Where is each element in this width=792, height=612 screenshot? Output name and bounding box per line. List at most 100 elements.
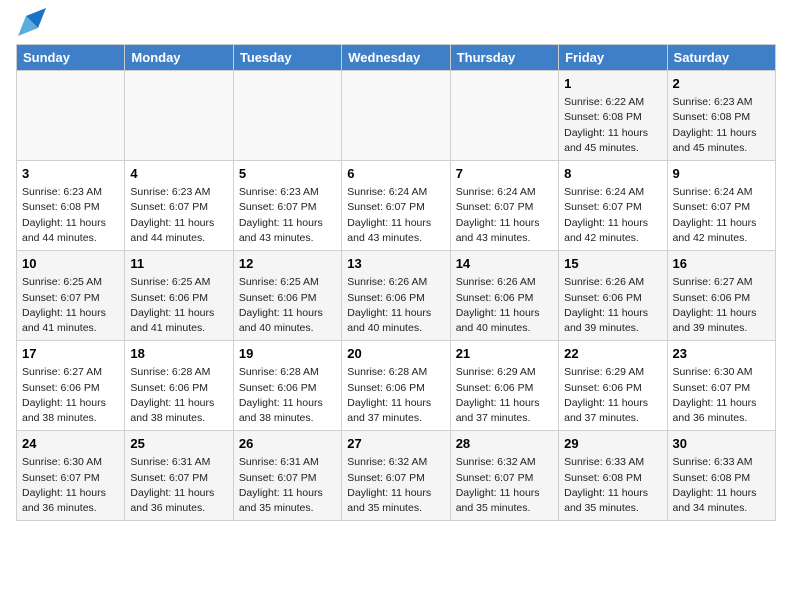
day-info: Sunrise: 6:32 AM Sunset: 6:07 PM Dayligh…: [456, 455, 553, 516]
calendar-cell: 30Sunrise: 6:33 AM Sunset: 6:08 PM Dayli…: [667, 431, 775, 521]
logo: [16, 16, 46, 36]
day-info: Sunrise: 6:24 AM Sunset: 6:07 PM Dayligh…: [347, 185, 444, 246]
day-number: 4: [130, 165, 227, 183]
calendar-cell: 19 Sunrise: 6:28 AM Sunset: 6:06 PM Dayli…: [233, 341, 341, 431]
day-of-week-header: Wednesday: [342, 45, 450, 71]
day-info: Sunrise: 6:31 AM Sunset: 6:07 PM Dayligh…: [239, 455, 336, 516]
calendar-cell: 12Sunrise: 6:25 AM Sunset: 6:06 PM Dayli…: [233, 251, 341, 341]
day-info: Sunrise: 6:24 AM Sunset: 6:07 PM Dayligh…: [673, 185, 770, 246]
day-info: Sunrise: 6:28 AM Sunset: 6:06 PM Dayligh…: [347, 365, 444, 426]
day-number: 5: [239, 165, 336, 183]
calendar-week-row: 17 Sunrise: 6:27 AM Sunset: 6:06 PM Dayli…: [17, 341, 776, 431]
day-info: Sunrise: 6:23 AM Sunset: 6:08 PM Dayligh…: [22, 185, 119, 246]
day-info: Sunrise: 6:27 AM Sunset: 6:06 PM Dayligh…: [673, 275, 770, 336]
day-number: 29: [564, 435, 661, 453]
day-info: Sunrise: 6:23 AM Sunset: 6:08 PM Dayligh…: [673, 95, 770, 156]
day-info: Sunrise: 6:22 AM Sunset: 6:08 PM Dayligh…: [564, 95, 661, 156]
day-number: 27: [347, 435, 444, 453]
day-number: 6: [347, 165, 444, 183]
day-of-week-header: Tuesday: [233, 45, 341, 71]
day-info: Sunrise: 6:33 AM Sunset: 6:08 PM Dayligh…: [564, 455, 661, 516]
day-info: Sunrise: 6:28 AM Sunset: 6:06 PM Dayligh…: [130, 365, 227, 426]
calendar-cell: 25 Sunrise: 6:31 AM Sunset: 6:07 PM Dayli…: [125, 431, 233, 521]
day-info: Sunrise: 6:25 AM Sunset: 6:07 PM Dayligh…: [22, 275, 119, 336]
calendar-cell: [17, 71, 125, 161]
day-of-week-header: Thursday: [450, 45, 558, 71]
calendar-cell: 8 Sunrise: 6:24 AM Sunset: 6:07 PM Daylig…: [559, 161, 667, 251]
calendar-cell: 23 Sunrise: 6:30 AM Sunset: 6:07 PM Dayli…: [667, 341, 775, 431]
day-info: Sunrise: 6:29 AM Sunset: 6:06 PM Dayligh…: [456, 365, 553, 426]
day-number: 10: [22, 255, 119, 273]
day-number: 16: [673, 255, 770, 273]
day-info: Sunrise: 6:26 AM Sunset: 6:06 PM Dayligh…: [564, 275, 661, 336]
day-info: Sunrise: 6:24 AM Sunset: 6:07 PM Dayligh…: [564, 185, 661, 246]
day-info: Sunrise: 6:26 AM Sunset: 6:06 PM Dayligh…: [456, 275, 553, 336]
calendar-header-row: SundayMondayTuesdayWednesdayThursdayFrid…: [17, 45, 776, 71]
calendar-cell: 20 Sunrise: 6:28 AM Sunset: 6:06 PM Dayli…: [342, 341, 450, 431]
calendar-cell: 21 Sunrise: 6:29 AM Sunset: 6:06 PM Dayli…: [450, 341, 558, 431]
calendar-cell: [125, 71, 233, 161]
day-number: 1: [564, 75, 661, 93]
calendar-cell: 18 Sunrise: 6:28 AM Sunset: 6:06 PM Dayli…: [125, 341, 233, 431]
day-number: 28: [456, 435, 553, 453]
calendar-cell: 2 Sunrise: 6:23 AM Sunset: 6:08 PM Daylig…: [667, 71, 775, 161]
calendar-cell: 3Sunrise: 6:23 AM Sunset: 6:08 PM Daylig…: [17, 161, 125, 251]
calendar-week-row: 10 Sunrise: 6:25 AM Sunset: 6:07 PM Dayli…: [17, 251, 776, 341]
day-number: 2: [673, 75, 770, 93]
calendar-cell: 4 Sunrise: 6:23 AM Sunset: 6:07 PM Daylig…: [125, 161, 233, 251]
calendar-cell: [233, 71, 341, 161]
day-info: Sunrise: 6:27 AM Sunset: 6:06 PM Dayligh…: [22, 365, 119, 426]
day-info: Sunrise: 6:29 AM Sunset: 6:06 PM Dayligh…: [564, 365, 661, 426]
day-number: 14: [456, 255, 553, 273]
calendar-cell: 1 Sunrise: 6:22 AM Sunset: 6:08 PM Daylig…: [559, 71, 667, 161]
calendar-cell: 10 Sunrise: 6:25 AM Sunset: 6:07 PM Dayli…: [17, 251, 125, 341]
day-of-week-header: Sunday: [17, 45, 125, 71]
calendar-cell: 14 Sunrise: 6:26 AM Sunset: 6:06 PM Dayli…: [450, 251, 558, 341]
day-number: 18: [130, 345, 227, 363]
calendar-week-row: 24 Sunrise: 6:30 AM Sunset: 6:07 PM Dayli…: [17, 431, 776, 521]
day-info: Sunrise: 6:28 AM Sunset: 6:06 PM Dayligh…: [239, 365, 336, 426]
day-info: Sunrise: 6:33 AM Sunset: 6:08 PM Dayligh…: [673, 455, 770, 516]
day-number: 13: [347, 255, 444, 273]
day-info: Sunrise: 6:31 AM Sunset: 6:07 PM Dayligh…: [130, 455, 227, 516]
calendar-cell: 5Sunrise: 6:23 AM Sunset: 6:07 PM Daylig…: [233, 161, 341, 251]
day-info: Sunrise: 6:30 AM Sunset: 6:07 PM Dayligh…: [673, 365, 770, 426]
calendar-cell: 6 Sunrise: 6:24 AM Sunset: 6:07 PM Daylig…: [342, 161, 450, 251]
day-number: 8: [564, 165, 661, 183]
calendar-cell: 24 Sunrise: 6:30 AM Sunset: 6:07 PM Dayli…: [17, 431, 125, 521]
day-number: 12: [239, 255, 336, 273]
day-number: 22: [564, 345, 661, 363]
logo-icon: [18, 8, 46, 36]
day-number: 17: [22, 345, 119, 363]
day-of-week-header: Friday: [559, 45, 667, 71]
day-number: 24: [22, 435, 119, 453]
day-number: 23: [673, 345, 770, 363]
day-number: 20: [347, 345, 444, 363]
calendar-cell: 11Sunrise: 6:25 AM Sunset: 6:06 PM Dayli…: [125, 251, 233, 341]
day-number: 9: [673, 165, 770, 183]
calendar-cell: 16 Sunrise: 6:27 AM Sunset: 6:06 PM Dayli…: [667, 251, 775, 341]
calendar-cell: 7 Sunrise: 6:24 AM Sunset: 6:07 PM Daylig…: [450, 161, 558, 251]
day-number: 19: [239, 345, 336, 363]
day-info: Sunrise: 6:26 AM Sunset: 6:06 PM Dayligh…: [347, 275, 444, 336]
calendar-cell: 22 Sunrise: 6:29 AM Sunset: 6:06 PM Dayli…: [559, 341, 667, 431]
day-info: Sunrise: 6:23 AM Sunset: 6:07 PM Dayligh…: [130, 185, 227, 246]
day-number: 25: [130, 435, 227, 453]
day-info: Sunrise: 6:24 AM Sunset: 6:07 PM Dayligh…: [456, 185, 553, 246]
page-header: [16, 16, 776, 36]
day-of-week-header: Saturday: [667, 45, 775, 71]
calendar-cell: [342, 71, 450, 161]
day-number: 21: [456, 345, 553, 363]
calendar-cell: 15 Sunrise: 6:26 AM Sunset: 6:06 PM Dayli…: [559, 251, 667, 341]
day-of-week-header: Monday: [125, 45, 233, 71]
day-number: 7: [456, 165, 553, 183]
calendar-week-row: 3Sunrise: 6:23 AM Sunset: 6:08 PM Daylig…: [17, 161, 776, 251]
day-info: Sunrise: 6:25 AM Sunset: 6:06 PM Dayligh…: [130, 275, 227, 336]
day-info: Sunrise: 6:30 AM Sunset: 6:07 PM Dayligh…: [22, 455, 119, 516]
calendar-cell: 9 Sunrise: 6:24 AM Sunset: 6:07 PM Daylig…: [667, 161, 775, 251]
calendar-cell: 13 Sunrise: 6:26 AM Sunset: 6:06 PM Dayli…: [342, 251, 450, 341]
calendar-week-row: 1 Sunrise: 6:22 AM Sunset: 6:08 PM Daylig…: [17, 71, 776, 161]
day-number: 15: [564, 255, 661, 273]
calendar-cell: 28 Sunrise: 6:32 AM Sunset: 6:07 PM Dayli…: [450, 431, 558, 521]
day-info: Sunrise: 6:32 AM Sunset: 6:07 PM Dayligh…: [347, 455, 444, 516]
